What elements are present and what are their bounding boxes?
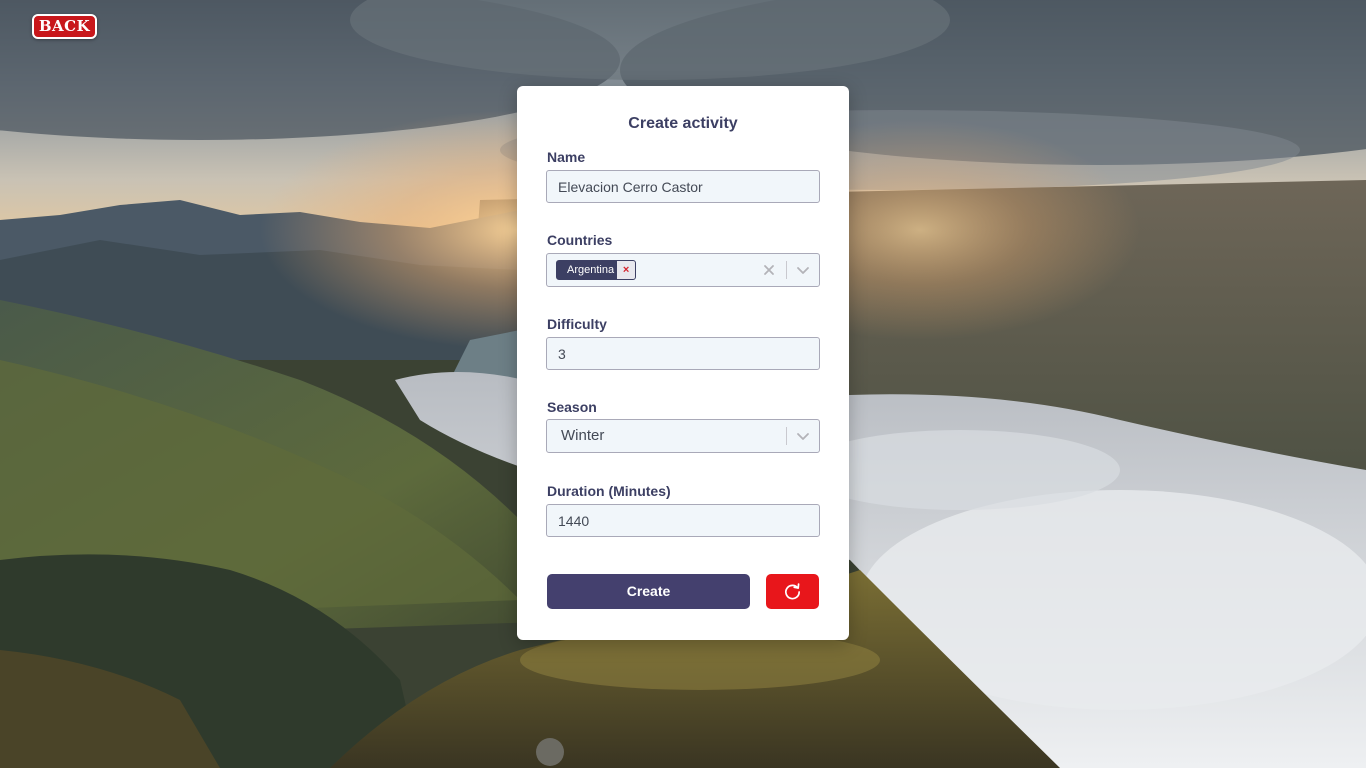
difficulty-input[interactable] bbox=[546, 337, 820, 370]
remove-country-button[interactable]: × bbox=[617, 261, 636, 279]
countries-label: Countries bbox=[547, 232, 613, 248]
create-button[interactable]: Create bbox=[547, 574, 750, 609]
difficulty-label: Difficulty bbox=[547, 316, 607, 332]
select-separator bbox=[786, 427, 787, 445]
reset-button[interactable] bbox=[766, 574, 819, 609]
name-input[interactable] bbox=[546, 170, 820, 203]
season-label: Season bbox=[547, 399, 597, 415]
chevron-down-icon[interactable] bbox=[795, 428, 811, 444]
season-value: Winter bbox=[561, 427, 605, 444]
duration-input[interactable] bbox=[546, 504, 820, 537]
form-title: Create activity bbox=[628, 115, 738, 132]
name-label: Name bbox=[547, 149, 586, 165]
season-select[interactable]: Winter bbox=[546, 419, 820, 453]
select-separator bbox=[786, 261, 787, 279]
back-button[interactable]: BACK bbox=[32, 14, 97, 39]
refresh-icon bbox=[785, 583, 801, 600]
duration-label: Duration (Minutes) bbox=[547, 483, 671, 499]
countries-select[interactable]: Argentina × bbox=[546, 253, 820, 287]
country-chip-label: Argentina bbox=[567, 264, 615, 276]
clear-icon[interactable] bbox=[761, 262, 777, 278]
country-chip: Argentina × bbox=[556, 260, 637, 280]
create-activity-form: Create activity Name Countries Argentina… bbox=[517, 86, 849, 640]
chevron-down-icon[interactable] bbox=[795, 262, 811, 278]
